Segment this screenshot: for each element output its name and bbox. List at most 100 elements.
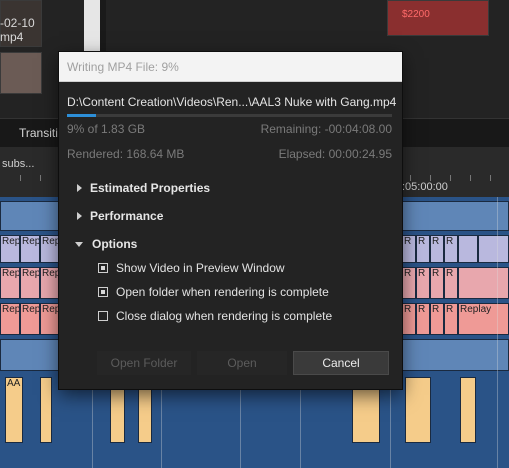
expand-arrow-icon <box>77 212 82 220</box>
progress-size-text: 9% of 1.83 GB <box>67 122 146 136</box>
option-close-dialog[interactable]: Close dialog when rendering is complete <box>98 308 332 324</box>
clip-label: R <box>432 236 440 247</box>
video-clip[interactable]: R <box>430 267 444 299</box>
video-clip[interactable]: R <box>444 303 458 335</box>
video-clip[interactable]: Rep <box>20 235 40 263</box>
thumbnail-price-text: $2200 <box>402 9 430 20</box>
section-label: Performance <box>90 209 164 223</box>
video-clip[interactable]: R <box>402 235 416 263</box>
section-label: Options <box>92 237 138 251</box>
clip-label: Rep <box>2 304 20 315</box>
clip-label: Rep <box>42 304 59 315</box>
audio-clip[interactable] <box>460 377 476 443</box>
render-progress-dialog: Writing MP4 File: 9% D:\Content Creation… <box>59 52 402 389</box>
video-clip[interactable]: Rep <box>20 267 40 299</box>
clip-label: R <box>446 236 454 247</box>
open-folder-checkbox[interactable] <box>98 287 108 297</box>
close-dialog-checkbox[interactable] <box>98 311 108 321</box>
clip-name: mp4 <box>0 30 24 44</box>
clip-label: R <box>404 304 412 315</box>
option-open-folder[interactable]: Open folder when rendering is complete <box>98 284 329 300</box>
video-clip[interactable]: R <box>444 235 458 263</box>
ruler-tick <box>410 175 411 181</box>
clip-label: Rep <box>2 236 20 247</box>
expand-arrow-icon <box>77 184 82 192</box>
video-clip[interactable]: Rep <box>40 303 59 335</box>
video-clip[interactable]: Rep <box>40 235 59 263</box>
tab-transitions[interactable]: Transitio <box>19 126 65 140</box>
timeline-marker-line <box>497 197 498 468</box>
render-progress-bar <box>67 114 392 117</box>
section-options[interactable]: Options <box>75 236 137 252</box>
video-clip[interactable] <box>458 267 509 299</box>
ruler-tick <box>40 175 41 181</box>
audio-clip[interactable] <box>40 377 52 443</box>
video-clip[interactable] <box>0 201 59 231</box>
track-name-label: subs... <box>2 158 35 170</box>
ruler-tick <box>430 175 431 181</box>
video-clip[interactable]: R <box>444 267 458 299</box>
output-file-path: D:\Content Creation\Videos\Ren...\AAL3 N… <box>67 95 397 109</box>
video-clip[interactable]: R <box>416 267 430 299</box>
video-clip[interactable]: R <box>402 267 416 299</box>
collapse-arrow-icon <box>75 241 83 247</box>
video-clip[interactable]: Rep <box>0 267 20 299</box>
video-clip[interactable] <box>458 235 478 263</box>
open-button[interactable]: Open <box>197 351 287 375</box>
video-clip[interactable]: R <box>430 303 444 335</box>
video-clip[interactable]: R <box>430 235 444 263</box>
section-estimated-properties[interactable]: Estimated Properties <box>77 180 210 196</box>
ruler-tick <box>450 175 451 181</box>
section-performance[interactable]: Performance <box>77 208 163 224</box>
clip-label: R <box>446 268 454 279</box>
option-label: Show Video in Preview Window <box>116 261 285 275</box>
option-show-video[interactable]: Show Video in Preview Window <box>98 260 285 276</box>
video-clip[interactable]: Rep <box>40 267 59 299</box>
video-clip[interactable] <box>0 339 59 371</box>
clip-label: Rep <box>22 236 40 247</box>
clip-label: R <box>404 268 412 279</box>
clip-label: R <box>404 236 412 247</box>
dialog-title: Writing MP4 File: 9% <box>67 60 179 74</box>
clip-label: Replay <box>460 304 492 315</box>
clip-name: -02-10 <box>0 16 35 30</box>
video-clip[interactable]: Rep <box>20 303 40 335</box>
video-clip[interactable]: R <box>416 303 430 335</box>
clip-label: AA <box>7 378 21 389</box>
clip-label: R <box>418 304 426 315</box>
clip-label: R <box>432 304 440 315</box>
clip-label: Rep <box>22 304 40 315</box>
clip-label: Rep <box>42 268 59 279</box>
option-label: Close dialog when rendering is complete <box>116 309 333 323</box>
video-clip[interactable]: R <box>416 235 430 263</box>
audio-clip[interactable]: AA <box>5 377 23 443</box>
render-progress-fill <box>67 114 97 117</box>
audio-clip[interactable] <box>138 389 152 443</box>
video-clip[interactable]: Rep <box>0 235 20 263</box>
clip-label: Rep <box>22 268 40 279</box>
video-clip[interactable] <box>402 339 509 371</box>
clip-label: R <box>446 304 454 315</box>
audio-clip[interactable] <box>110 389 125 443</box>
rendered-size-text: Rendered: 168.64 MB <box>67 147 185 161</box>
clip-label: R <box>418 236 426 247</box>
clip-label: Rep <box>2 268 20 279</box>
ruler-tick <box>20 175 21 181</box>
video-clip[interactable]: Rep <box>0 303 20 335</box>
open-folder-button[interactable]: Open Folder <box>97 351 191 375</box>
clip-thumbnail[interactable] <box>0 52 42 94</box>
video-clip[interactable]: R <box>402 303 416 335</box>
clip-label: Rep <box>42 236 59 247</box>
cancel-button[interactable]: Cancel <box>293 351 389 375</box>
clip-label: R <box>432 268 440 279</box>
ruler-timecode: :05:00:00 <box>402 181 448 193</box>
audio-clip[interactable] <box>405 377 431 443</box>
video-clip[interactable] <box>478 235 509 263</box>
video-clip[interactable]: Replay <box>458 303 509 335</box>
dialog-title-bar[interactable]: Writing MP4 File: 9% <box>59 52 402 82</box>
show-video-checkbox[interactable] <box>98 263 108 273</box>
elapsed-time-text: Elapsed: 00:00:24.95 <box>278 147 392 161</box>
video-clip[interactable] <box>402 201 509 231</box>
clip-label: R <box>418 268 426 279</box>
audio-clip[interactable] <box>352 389 380 443</box>
